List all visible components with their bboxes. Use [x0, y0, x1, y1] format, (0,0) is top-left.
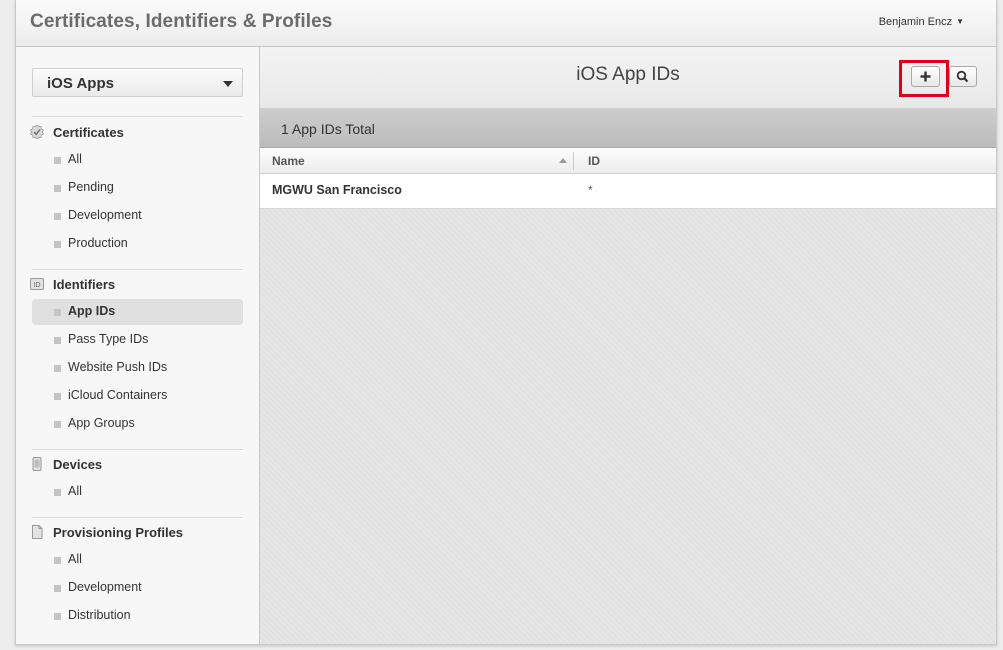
sidebar-item-certificates-production[interactable]: Production [32, 231, 243, 257]
section-divider [32, 449, 243, 450]
platform-selector[interactable]: iOS Apps [32, 68, 243, 97]
platform-selector-label: iOS Apps [47, 75, 114, 92]
caret-down-icon: ▼ [956, 17, 964, 26]
section-divider [32, 116, 243, 117]
svg-text:ID: ID [34, 282, 41, 289]
section-title: Devices [53, 457, 103, 472]
main-panel: iOS App IDs 1 App IDs Total Name ID MGWU… [260, 47, 996, 644]
sidebar-item-icloud-containers[interactable]: iCloud Containers [32, 383, 243, 409]
section-divider [32, 269, 243, 270]
certificate-icon [30, 125, 44, 139]
column-header-id[interactable]: ID [588, 154, 600, 168]
main-header: iOS App IDs [260, 47, 996, 109]
highlight-box [899, 60, 949, 97]
top-bar: Certificates, Identifiers & Profiles Ben… [16, 0, 996, 47]
section-title: Identifiers [53, 277, 116, 292]
app-id-identifier: * [588, 183, 593, 197]
sidebar-item-app-ids[interactable]: App IDs [32, 299, 243, 325]
section-title: Provisioning Profiles [53, 525, 184, 540]
sidebar-item-profiles-development[interactable]: Development [32, 575, 243, 601]
sidebar-item-profiles-distribution[interactable]: Distribution [32, 603, 243, 629]
summary-bar: 1 App IDs Total [260, 109, 996, 148]
app-window: Certificates, Identifiers & Profiles Ben… [15, 0, 997, 645]
sidebar-item-website-push-ids[interactable]: Website Push IDs [32, 355, 243, 381]
user-name: Benjamin Encz [878, 16, 953, 28]
id-badge-icon: ID [30, 278, 44, 290]
column-divider [573, 152, 574, 170]
sidebar-item-devices-all[interactable]: All [32, 479, 243, 505]
user-menu[interactable]: Benjamin Encz ▼ [879, 16, 964, 28]
sort-ascending-icon [559, 158, 567, 163]
table-row[interactable]: MGWU San Francisco * [260, 174, 996, 209]
sidebar-item-certificates-pending[interactable]: Pending [32, 175, 243, 201]
dropdown-arrow-icon [223, 81, 233, 87]
document-icon [32, 525, 43, 539]
section-title: Certificates [53, 125, 124, 140]
app-id-name: MGWU San Francisco [272, 183, 402, 197]
sidebar: iOS Apps Certificates All Pending Develo… [16, 47, 260, 644]
table-header: Name ID [260, 148, 996, 174]
section-divider [32, 517, 243, 518]
column-header-name[interactable]: Name [272, 154, 305, 168]
sidebar-item-app-groups[interactable]: App Groups [32, 411, 243, 437]
search-button[interactable] [949, 66, 977, 87]
sidebar-item-profiles-all[interactable]: All [32, 547, 243, 573]
summary-count: 1 App IDs Total [281, 121, 375, 137]
app-title: Certificates, Identifiers & Profiles [30, 11, 333, 32]
sidebar-item-certificates-all[interactable]: All [32, 147, 243, 173]
sidebar-item-certificates-development[interactable]: Development [32, 203, 243, 229]
device-icon [32, 457, 42, 471]
page-title: iOS App IDs [576, 64, 680, 85]
search-icon [956, 70, 969, 83]
sidebar-item-pass-type-ids[interactable]: Pass Type IDs [32, 327, 243, 353]
